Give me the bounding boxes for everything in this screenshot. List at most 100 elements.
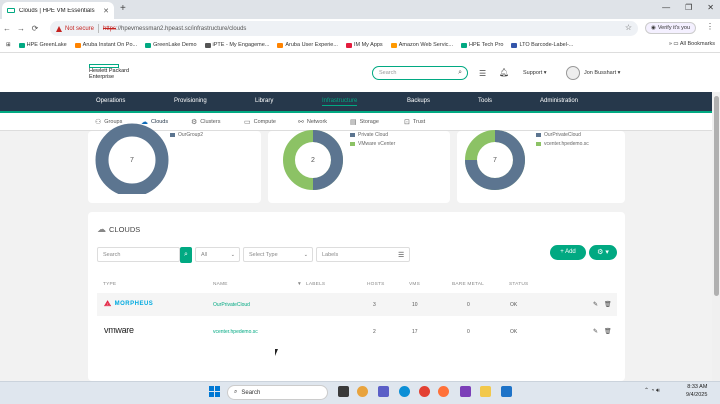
bookmark-item[interactable]: Aruba Instant On Po...: [74, 42, 137, 48]
chevron-down-icon: ⌄: [230, 251, 235, 258]
column-header-type[interactable]: TYPE: [103, 282, 116, 287]
back-icon[interactable]: ←: [0, 24, 14, 33]
clouds-search-input[interactable]: Search: [97, 247, 180, 262]
new-tab-button[interactable]: +: [120, 3, 126, 14]
hpe-logo[interactable]: Hewlett Packard Enterprise: [89, 64, 129, 80]
restore-icon[interactable]: ❐: [685, 3, 692, 12]
group-filter-select[interactable]: All ⌄: [195, 247, 240, 262]
table-row[interactable]: ⟁ MORPHEUS OurPrivateCloud 3 10 0 OK ✎ 🗑︎: [97, 293, 617, 316]
global-search-input[interactable]: Search ⌕: [372, 66, 468, 80]
url-field[interactable]: Not secure https://hpevmessman2.hpeast.s…: [50, 21, 638, 36]
task-view-icon[interactable]: [338, 386, 349, 397]
profile-icon: ◉: [651, 25, 656, 31]
activity-menu-icon[interactable]: ☰: [479, 69, 486, 78]
system-tray[interactable]: ⌃ ◔ 🔊︎: [644, 387, 660, 395]
profile-verify-button[interactable]: ◉ Verify it's you: [645, 22, 697, 34]
teams-icon[interactable]: [378, 386, 389, 397]
reload-icon[interactable]: ⟳: [28, 24, 42, 33]
windows-start-icon[interactable]: [209, 386, 220, 397]
bookmark-item[interactable]: IM My Apps: [345, 42, 383, 48]
trust-icon: ⊡: [404, 119, 410, 126]
edit-icon[interactable]: ✎: [593, 301, 598, 308]
type-filter-select[interactable]: Select Type ⌄: [243, 247, 313, 262]
bookmark-item[interactable]: iPTE - My Engageme...: [204, 42, 269, 48]
file-explorer-icon[interactable]: [480, 386, 491, 397]
morpheus-icon: ⟁: [104, 299, 112, 308]
onenote-icon[interactable]: [460, 386, 471, 397]
morpheus-logo: ⟁ MORPHEUS: [104, 299, 154, 308]
scrollbar-thumb[interactable]: [714, 96, 719, 296]
bell-icon[interactable]: 🔔︎: [499, 68, 509, 77]
browser-tab[interactable]: Clouds | HPE VM Essentials ✕: [2, 2, 114, 19]
bookmark-item[interactable]: HPE Tech Pro: [461, 42, 503, 48]
forward-icon[interactable]: →: [14, 24, 28, 33]
close-tab-icon[interactable]: ✕: [103, 7, 109, 15]
subnav-trust[interactable]: ⊡ Trust: [404, 118, 425, 126]
minimize-icon[interactable]: —: [662, 3, 670, 12]
bookmark-star-icon[interactable]: ☆: [625, 23, 632, 32]
avatar[interactable]: [566, 66, 580, 80]
not-secure-badge[interactable]: Not secure: [56, 25, 94, 32]
copilot-icon[interactable]: [357, 386, 368, 397]
column-header-name[interactable]: NAME: [213, 282, 228, 287]
legend-item: VMware vCenter: [350, 141, 395, 147]
bookmark-item[interactable]: GreenLake Demo: [145, 42, 197, 48]
user-menu[interactable]: Jon Busshart ▾: [584, 70, 620, 76]
search-icon: ⌕: [234, 389, 238, 395]
nav-tools[interactable]: Tools: [478, 98, 492, 104]
chrome-icon[interactable]: [419, 386, 430, 397]
subnav-clusters[interactable]: ⚙ Clusters: [191, 118, 220, 126]
snipping-tool-icon[interactable]: [501, 386, 512, 397]
settings-menu-button[interactable]: ⚙ ▾: [589, 245, 617, 260]
column-header-status[interactable]: STATUS: [509, 282, 528, 287]
tab-title: Clouds | HPE VM Essentials: [19, 7, 95, 14]
bookmark-item[interactable]: Aruba User Experie...: [277, 42, 338, 48]
nav-library[interactable]: Library: [255, 98, 273, 104]
edit-icon[interactable]: ✎: [593, 328, 598, 335]
delete-icon[interactable]: 🗑︎: [604, 328, 612, 335]
donut-types: 2: [283, 130, 343, 190]
delete-icon[interactable]: 🗑︎: [604, 301, 612, 308]
taskbar-search-input[interactable]: ⌕ Search: [227, 385, 328, 400]
add-cloud-button[interactable]: + Add: [550, 245, 586, 260]
list-icon[interactable]: ☰: [398, 251, 404, 259]
clouds-heading: ☁ CLOUDS: [97, 224, 141, 234]
bookmarks-bar: ⊞ HPE GreenLake Aruba Instant On Po... G…: [0, 38, 720, 53]
sort-icon[interactable]: ▼: [297, 282, 302, 287]
support-menu[interactable]: Support ▾: [523, 70, 547, 76]
nav-infrastructure[interactable]: Infrastructure: [322, 98, 358, 106]
taskbar-clock[interactable]: 8:33 AM 9/4/2025: [686, 383, 707, 399]
browser-menu-icon[interactable]: ⋮: [706, 22, 714, 31]
firefox-icon[interactable]: [438, 386, 449, 397]
column-header-vms[interactable]: VMS: [409, 282, 420, 287]
bookmark-item[interactable]: Amazon Web Servic...: [390, 42, 453, 48]
table-row[interactable]: vmware vcenter.hpedemo.sc 2 17 0 OK ✎ 🗑︎: [97, 320, 617, 343]
cloud-name-link[interactable]: vcenter.hpedemo.sc: [213, 329, 258, 335]
column-header-bare-metal[interactable]: BARE METAL: [452, 282, 484, 287]
nav-backups[interactable]: Backups: [407, 98, 430, 104]
hosts-value: 3: [373, 302, 376, 308]
status-value: OK: [510, 329, 518, 335]
gear-icon: ⚙ ▾: [597, 249, 609, 256]
cloud-name-link[interactable]: OurPrivateCloud: [213, 302, 250, 308]
all-bookmarks-button[interactable]: » ▭ All Bookmarks: [669, 41, 715, 47]
labels-filter-input[interactable]: Labels: [316, 247, 410, 262]
legend-item: OurGroup2: [170, 132, 203, 138]
bookmark-item[interactable]: LTO Barcode-Label-...: [511, 42, 573, 48]
edge-icon[interactable]: [399, 386, 410, 397]
mouse-cursor: [275, 349, 281, 356]
nav-provisioning[interactable]: Provisioning: [174, 98, 207, 104]
search-icon[interactable]: ⌕: [180, 247, 192, 263]
nav-operations[interactable]: Operations: [96, 98, 125, 104]
url-text: https://hpevmessman2.hpeast.sc/infrastru…: [103, 25, 247, 32]
donut-value: 7: [130, 157, 134, 164]
column-header-labels[interactable]: LABELS: [306, 282, 325, 287]
close-window-icon[interactable]: ✕: [707, 3, 714, 12]
search-icon[interactable]: ⌕: [458, 69, 462, 77]
compute-icon: ▭: [244, 119, 251, 126]
nav-administration[interactable]: Administration: [540, 98, 578, 104]
apps-grid-icon[interactable]: ⊞: [6, 42, 11, 48]
vmware-logo: vmware: [104, 325, 134, 335]
bookmark-item[interactable]: HPE GreenLake: [18, 42, 67, 48]
column-header-hosts[interactable]: HOSTS: [367, 282, 385, 287]
